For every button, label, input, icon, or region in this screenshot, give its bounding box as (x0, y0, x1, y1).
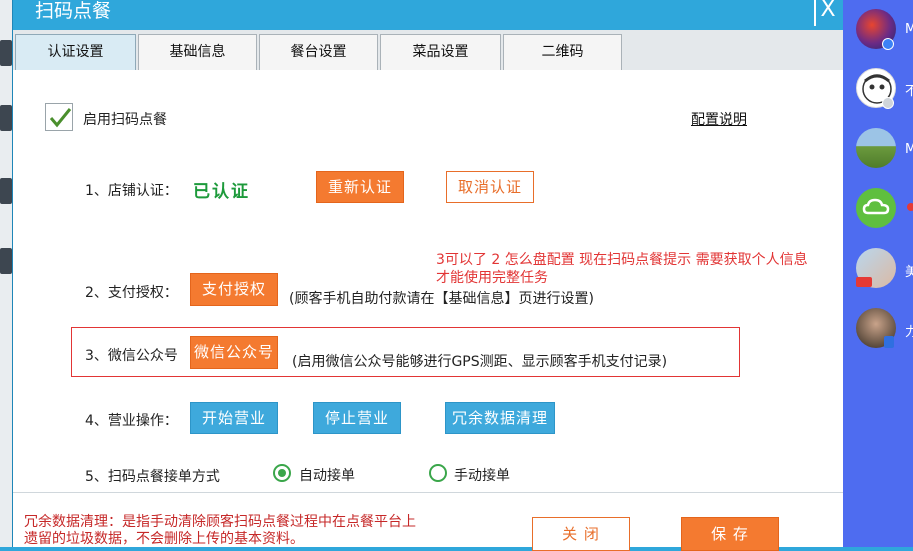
dialog-titlebar: 扫码点餐 X (13, 0, 844, 30)
tab-auth-settings[interactable]: 认证设置 (15, 34, 136, 70)
red-dot-icon (907, 203, 913, 211)
business-label: 4、营业操作： (85, 413, 178, 429)
tab-dish-settings[interactable]: 菜品设置 (380, 34, 501, 70)
phone-badge-icon (884, 336, 894, 348)
tab-qrcode[interactable]: 二维码 (503, 34, 622, 70)
pay-auth-label: 2、支付授权： (85, 285, 178, 301)
save-button[interactable]: 保 存 (681, 517, 779, 551)
cloud-icon (862, 198, 890, 215)
start-business-button[interactable]: 开始营业 (190, 402, 278, 434)
contact-name: 力 (905, 325, 913, 340)
wechat-hint: (启用微信公众号能够进行GPS测距、显示顾客手机支付记录) (292, 354, 668, 370)
stop-business-button[interactable]: 停止营业 (313, 402, 401, 434)
wechat-button[interactable]: 微信公众号 (190, 336, 278, 369)
tab-basic-info[interactable]: 基础信息 (138, 34, 257, 70)
clean-data-button[interactable]: 冗余数据清理 (445, 402, 555, 434)
contacts-panel: M 不 M 美 力 (843, 0, 913, 547)
manual-accept-label: 手动接单 (454, 468, 510, 484)
contact-avatar[interactable] (856, 188, 896, 228)
clean-data-note-line-1: 冗余数据清理：是指手动清除顾客扫码点餐过程中在点餐平台上 (24, 514, 416, 530)
time-badge-icon (882, 97, 894, 109)
reauth-button[interactable]: 重新认证 (316, 171, 404, 203)
background-fragment (0, 40, 12, 66)
annotation-line-2: 才能使用完整任务 (436, 270, 548, 286)
wechat-label: 3、微信公众号 (85, 348, 178, 364)
close-button[interactable]: 关 闭 (532, 517, 630, 551)
manual-accept-radio[interactable] (429, 464, 447, 482)
dialog-title: 扫码点餐 (35, 0, 112, 22)
contact-avatar[interactable] (856, 128, 896, 168)
contact-name: 不 (905, 84, 913, 99)
enable-scan-order-checkbox[interactable] (45, 103, 73, 131)
scan-order-dialog: 扫码点餐 X 认证设置 基础信息 餐台设置 菜品设置 二维码 启用扫码点餐 配置… (12, 0, 844, 551)
clean-data-note-line-2: 遗留的垃圾数据，不会删除上传的基本资料。 (24, 531, 304, 547)
enable-scan-order-label: 启用扫码点餐 (83, 112, 167, 128)
auth-settings-panel: 启用扫码点餐 配置说明 1、店铺认证： 已认证 重新认证 取消认证 3可以了 2… (13, 70, 844, 492)
background-fragment (0, 178, 12, 204)
auto-accept-radio[interactable] (273, 464, 291, 482)
checkmark-icon (49, 108, 72, 128)
verified-status: 已认证 (193, 182, 250, 202)
tab-table-settings[interactable]: 餐台设置 (259, 34, 378, 70)
contact-name: M (905, 142, 913, 157)
dialog-footer: 冗余数据清理：是指手动清除顾客扫码点餐过程中在点餐平台上 遗留的垃圾数据，不会删… (13, 492, 844, 551)
hot-badge-icon (856, 277, 872, 287)
auto-accept-label: 自动接单 (299, 468, 355, 484)
order-mode-label: 5、扫码点餐接单方式 (85, 469, 220, 485)
store-auth-label: 1、店铺认证： (85, 183, 178, 199)
pay-auth-hint: (顾客手机自助付款请在【基础信息】页进行设置) (289, 291, 594, 307)
contact-name: 美 (905, 265, 913, 280)
cancel-auth-button[interactable]: 取消认证 (446, 171, 534, 203)
config-guide-link[interactable]: 配置说明 (691, 109, 747, 129)
pay-auth-button[interactable]: 支付授权 (190, 273, 278, 306)
annotation-line-1: 3可以了 2 怎么盘配置 现在扫码点餐提示 需要获取个人信息 (436, 252, 808, 268)
star-badge-icon (882, 38, 894, 50)
close-icon[interactable]: X (814, 0, 836, 26)
background-fragment (0, 105, 12, 131)
background-fragment (0, 248, 12, 274)
tab-bar: 认证设置 基础信息 餐台设置 菜品设置 二维码 (13, 30, 844, 70)
contact-name: M (905, 22, 913, 37)
